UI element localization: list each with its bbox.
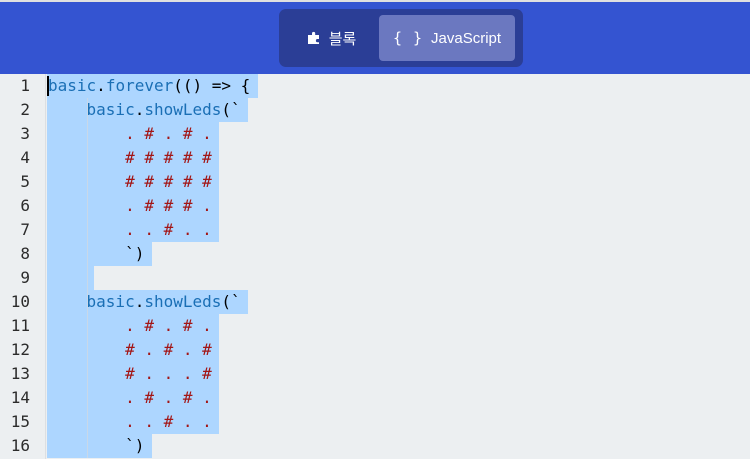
code-line[interactable]: 11 . # . # . (0, 314, 750, 338)
code-line[interactable]: 1 basic.forever(() => { (0, 74, 750, 98)
code-string: . # # # . (48, 196, 212, 215)
indent-guide (87, 266, 88, 290)
code-text: `) (48, 242, 144, 266)
code-line[interactable]: 15 . . # . . (0, 410, 750, 434)
line-number: 16 (10, 436, 30, 455)
puzzle-icon (307, 31, 321, 45)
code-text: # . # . # (48, 338, 212, 362)
code-string: . # . # . (48, 124, 212, 143)
code-text: # # # # # (48, 170, 212, 194)
code-string: . # . # . (48, 388, 212, 407)
code-punctuation (48, 268, 87, 287)
code-line[interactable]: 8 `) (0, 242, 750, 266)
javascript-tab[interactable]: { } JavaScript (379, 15, 515, 61)
code-text (48, 266, 87, 290)
code-editor[interactable]: 1 basic.forever(() => {2 basic.showLeds(`… (0, 74, 750, 459)
line-number: 1 (20, 76, 30, 95)
code-punctuation: `) (48, 436, 145, 455)
code-line[interactable]: 2 basic.showLeds(` (0, 98, 750, 122)
code-text: basic.showLeds(` (48, 290, 241, 314)
code-text: `) (48, 434, 144, 458)
code-text: # # # # # (48, 146, 212, 170)
line-number: 15 (10, 412, 30, 431)
code-punctuation (48, 292, 87, 311)
code-string: # # # # # (48, 148, 212, 167)
code-line[interactable]: 12 # . # . # (0, 338, 750, 362)
editor-mode-toggle: 블록 { } JavaScript (279, 9, 523, 67)
code-line[interactable]: 13 # . . . # (0, 362, 750, 386)
blocks-tab[interactable]: 블록 (285, 15, 378, 61)
blocks-tab-label: 블록 (328, 30, 357, 48)
code-identifier: basic (48, 76, 97, 95)
code-text: . # . # . (48, 386, 212, 410)
javascript-tab-label: JavaScript (431, 29, 502, 47)
code-string: # . # . # (48, 340, 212, 359)
code-string: # # # # # (48, 172, 212, 191)
braces-icon: { } (392, 29, 424, 47)
code-string: . # . # . (48, 316, 212, 335)
code-line[interactable]: 4 # # # # # (0, 146, 750, 170)
line-number: 2 (20, 100, 30, 119)
line-number: 13 (10, 364, 30, 383)
text-cursor (47, 76, 49, 96)
editor-header: 블록 { } JavaScript (0, 0, 750, 74)
line-number: 9 (20, 268, 30, 287)
code-string: . . # . . (48, 412, 212, 431)
code-text: # . . . # (48, 362, 212, 386)
code-line[interactable]: 10 basic.showLeds(` (0, 290, 750, 314)
code-punctuation: (() => { (173, 76, 251, 95)
code-line[interactable]: 16 `) (0, 434, 750, 458)
code-punctuation: . (134, 292, 145, 311)
code-text: . . # . . (48, 218, 212, 242)
line-number: 10 (10, 292, 30, 311)
code-punctuation: (` (221, 100, 241, 119)
line-number: 8 (20, 244, 30, 263)
code-text: basic.forever(() => { (48, 74, 250, 98)
line-number: 5 (20, 172, 30, 191)
code-line[interactable]: 14 . # . # . (0, 386, 750, 410)
code-line[interactable]: 7 . . # . . (0, 218, 750, 242)
line-number: 12 (10, 340, 30, 359)
code-identifier: forever (105, 76, 174, 95)
line-number: 3 (20, 124, 30, 143)
code-text: . . # . . (48, 410, 212, 434)
code-text: . # # # . (48, 194, 212, 218)
code-punctuation: `) (48, 244, 145, 263)
code-line[interactable]: 6 . # # # . (0, 194, 750, 218)
code-text: basic.showLeds(` (48, 98, 241, 122)
code-text: . # . # . (48, 122, 212, 146)
code-identifier: basic (86, 100, 135, 119)
code-punctuation (48, 100, 87, 119)
line-number: 4 (20, 148, 30, 167)
code-line[interactable]: 9 (0, 266, 750, 290)
code-identifier: showLeds (144, 292, 222, 311)
code-punctuation: . (134, 100, 145, 119)
code-string: . . # . . (48, 220, 212, 239)
code-text: . # . # . (48, 314, 212, 338)
line-number: 11 (10, 316, 30, 335)
line-number: 14 (10, 388, 30, 407)
code-punctuation: (` (221, 292, 241, 311)
code-identifier: showLeds (144, 100, 222, 119)
code-string: # . . . # (48, 364, 212, 383)
code-line[interactable]: 3 . # . # . (0, 122, 750, 146)
line-number: 7 (20, 220, 30, 239)
code-punctuation: . (96, 76, 106, 95)
code-line[interactable]: 5 # # # # # (0, 170, 750, 194)
line-number: 6 (20, 196, 30, 215)
code-identifier: basic (86, 292, 135, 311)
